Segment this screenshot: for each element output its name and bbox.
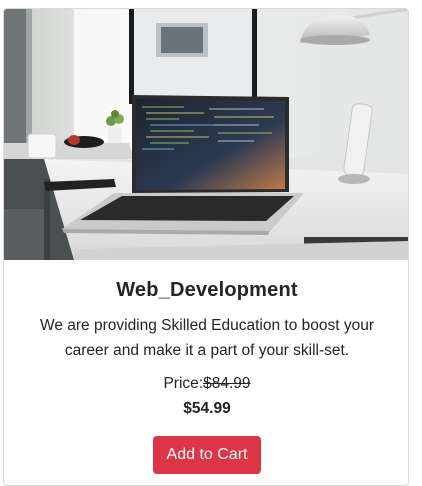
new-price: $54.99 [183,400,231,417]
price-line: Price:$84.99 [4,375,408,393]
price-label: Price: [163,375,204,392]
course-card: Web_Development We are providing Skilled… [3,8,409,486]
course-image [4,9,408,260]
add-to-cart-button[interactable]: Add to Cart [153,436,261,474]
old-price: $84.99 [203,375,251,392]
course-description: We are providing Skilled Education to bo… [39,317,374,359]
course-title: Web_Development [116,279,298,301]
